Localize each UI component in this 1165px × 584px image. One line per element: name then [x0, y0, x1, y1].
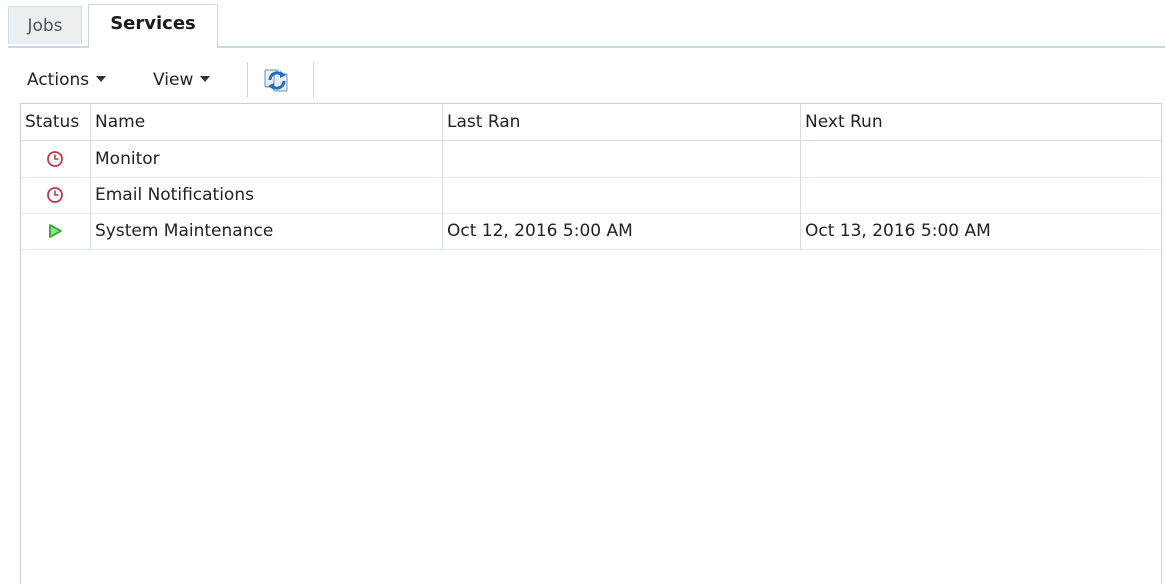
table-row[interactable]: System Maintenance Oct 12, 2016 5:00 AM … — [21, 213, 1161, 250]
last-ran: Oct 12, 2016 5:00 AM — [447, 221, 633, 241]
table-header: Status Name Last Ran Next Run — [21, 104, 1161, 141]
refresh-icon[interactable] — [262, 66, 292, 94]
toolbar-separator — [313, 62, 314, 98]
play-icon — [49, 224, 62, 238]
toolbar-separator — [247, 62, 248, 98]
view-menu-label: View — [153, 70, 194, 90]
chevron-down-icon — [96, 76, 107, 82]
service-name: Monitor — [95, 149, 160, 169]
toolbar: Actions View — [20, 60, 1160, 100]
actions-menu-label: Actions — [27, 70, 90, 90]
service-name: Email Notifications — [95, 185, 254, 205]
next-run — [801, 177, 1161, 213]
actions-menu-button[interactable]: Actions — [27, 60, 107, 100]
column-header-name[interactable]: Name — [91, 104, 443, 140]
tab-services[interactable]: Services — [88, 4, 218, 46]
column-header-last-ran[interactable]: Last Ran — [443, 104, 801, 140]
last-ran — [443, 177, 801, 213]
service-name: System Maintenance — [95, 221, 274, 241]
table-row[interactable]: Email Notifications — [21, 177, 1161, 214]
column-header-next-run[interactable]: Next Run — [801, 104, 1161, 140]
tab-active-underline-cover — [89, 44, 217, 48]
tab-jobs[interactable]: Jobs — [8, 6, 82, 44]
view-menu-button[interactable]: View — [153, 60, 211, 100]
column-header-status[interactable]: Status — [21, 104, 91, 140]
next-run — [801, 141, 1161, 177]
clock-icon — [47, 187, 63, 203]
chevron-down-icon — [200, 76, 211, 82]
table-row[interactable]: Monitor — [21, 141, 1161, 178]
clock-icon — [47, 151, 63, 167]
next-run: Oct 13, 2016 5:00 AM — [805, 221, 991, 241]
services-table: Status Name Last Ran Next Run Monitor Em… — [20, 103, 1162, 584]
tab-bar: Jobs Services — [8, 0, 1165, 48]
last-ran — [443, 141, 801, 177]
